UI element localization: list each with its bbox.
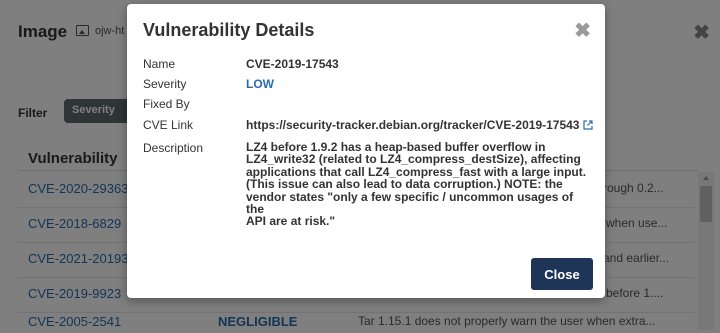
name-value: CVE-2019-17543 <box>246 57 339 71</box>
close-button[interactable]: Close <box>531 258 593 290</box>
name-label: Name <box>143 57 176 71</box>
cve-link-text[interactable]: https://security-tracker.debian.org/trac… <box>246 118 579 132</box>
severity-value: LOW <box>246 77 274 91</box>
vulnerability-details-modal: Vulnerability Details ✖ Name CVE-2019-17… <box>127 4 605 298</box>
description-value: LZ4 before 1.9.2 has a heap-based buffer… <box>246 140 587 229</box>
modal-title: Vulnerability Details <box>143 20 315 40</box>
external-link-icon[interactable] <box>583 120 594 130</box>
cve-link-label: CVE Link <box>143 118 194 132</box>
severity-label: Severity <box>143 77 187 91</box>
fixed-by-label: Fixed By <box>143 97 190 111</box>
cve-link[interactable]: https://security-tracker.debian.org/trac… <box>246 118 594 132</box>
description-label: Description <box>143 141 204 155</box>
close-icon[interactable]: ✖ <box>574 18 591 43</box>
